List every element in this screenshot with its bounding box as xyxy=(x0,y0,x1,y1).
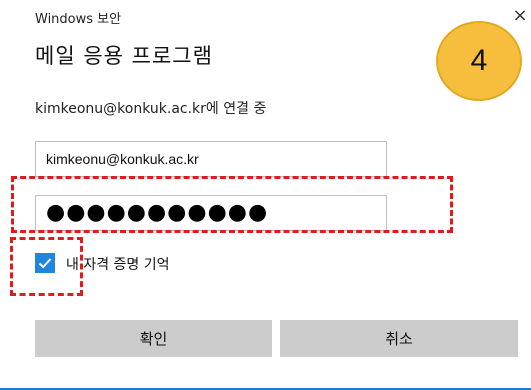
email-field[interactable] xyxy=(35,141,387,177)
checkmark-icon xyxy=(38,258,52,269)
cancel-button[interactable]: 취소 xyxy=(280,320,518,357)
step-number-badge: 4 xyxy=(436,21,522,101)
remember-credentials-label[interactable]: 내 자격 증명 기억 xyxy=(66,254,170,274)
password-masked-value: ●●●●●●●●●●● xyxy=(46,200,269,225)
remember-credentials-checkbox[interactable] xyxy=(35,253,55,273)
ok-button[interactable]: 확인 xyxy=(35,320,272,357)
connecting-status-text: kimkeonu@konkuk.ac.kr에 연결 중 xyxy=(35,101,267,117)
password-field[interactable]: ●●●●●●●●●●● xyxy=(35,195,387,231)
app-title: Windows 보안 xyxy=(35,12,122,27)
step-number: 4 xyxy=(470,44,488,77)
credential-dialog: Windows 보안 × 메일 응용 프로그램 4 kimkeonu@konku… xyxy=(0,0,531,390)
close-icon: × xyxy=(512,5,528,26)
close-button[interactable]: × xyxy=(509,4,531,28)
dialog-title: 메일 응용 프로그램 xyxy=(35,44,213,68)
